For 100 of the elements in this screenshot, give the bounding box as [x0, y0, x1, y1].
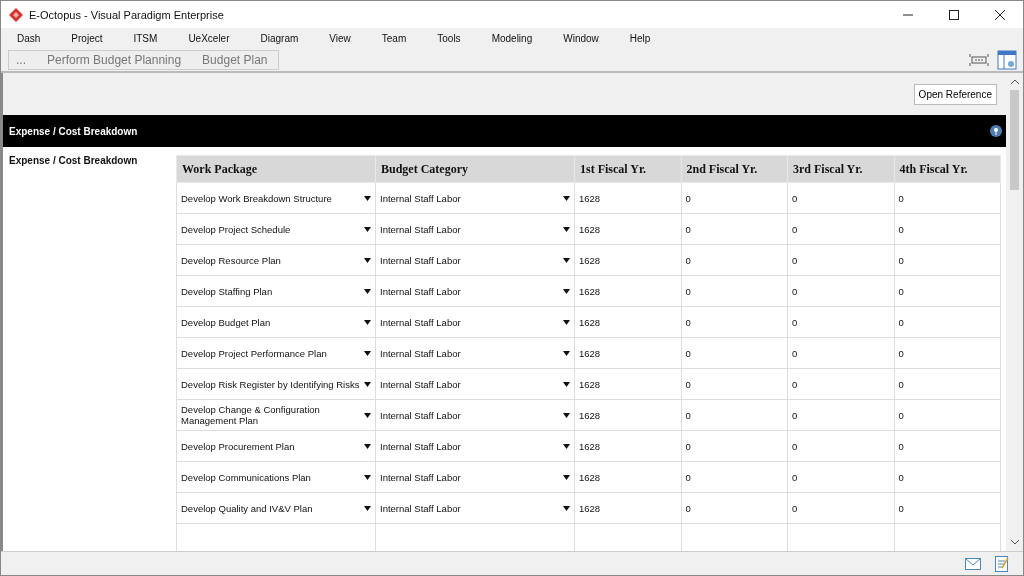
caret-icon[interactable]	[364, 474, 371, 480]
table-cell: 0	[787, 430, 894, 462]
dropdown-cell[interactable]: Develop Budget Plan	[176, 306, 376, 338]
dropdown-cell[interactable]: Internal Staff Labor	[375, 368, 575, 400]
table-cell: 0	[681, 492, 788, 524]
column-header: 3rd Fiscal Yr.	[787, 155, 894, 183]
menu-item[interactable]: UeXceler	[188, 33, 230, 44]
caret-icon[interactable]	[563, 226, 570, 232]
caret-icon[interactable]	[364, 195, 371, 201]
table-cell: 0	[681, 275, 788, 307]
caret-icon[interactable]	[364, 226, 371, 232]
caret-icon[interactable]	[364, 381, 371, 387]
caret-icon[interactable]	[364, 505, 371, 511]
menu-item[interactable]: Dash	[17, 33, 41, 44]
menu-item[interactable]: Team	[381, 33, 407, 44]
caret-icon[interactable]	[364, 412, 371, 418]
table-cell: 1628	[574, 337, 681, 369]
caret-icon[interactable]	[563, 412, 570, 418]
table-cell: 0	[681, 399, 788, 431]
maximize-icon	[948, 8, 960, 21]
column-header: Work Package	[176, 155, 376, 183]
caret-icon[interactable]	[364, 257, 371, 263]
caret-icon[interactable]	[563, 288, 570, 294]
menu-item[interactable]: Project	[71, 33, 103, 44]
dropdown-cell[interactable]: Internal Staff Labor	[375, 244, 575, 276]
dropdown-cell[interactable]: Develop Resource Plan	[176, 244, 376, 276]
column-header: 1st Fiscal Yr.	[574, 155, 681, 183]
menu-item[interactable]: View	[329, 33, 351, 44]
column-header: 4th Fiscal Yr.	[894, 155, 1001, 183]
menu-item[interactable]: ITSM	[133, 33, 158, 44]
dropdown-cell[interactable]: Internal Staff Labor	[375, 306, 575, 338]
table-cell: 0	[681, 430, 788, 462]
dropdown-cell[interactable]: Internal Staff Labor	[375, 492, 575, 524]
table-cell: 1628	[574, 430, 681, 462]
menu-item[interactable]: Modeling	[491, 33, 533, 44]
caret-icon[interactable]	[364, 350, 371, 356]
dropdown-cell[interactable]: Develop Procurement Plan	[176, 430, 376, 462]
caret-icon[interactable]	[563, 319, 570, 325]
window-title: E-Octopus - Visual Paradigm Enterprise	[29, 8, 224, 21]
caret-icon[interactable]	[563, 350, 570, 356]
caret-icon[interactable]	[563, 474, 570, 480]
caret-icon[interactable]	[364, 319, 371, 325]
dropdown-cell[interactable]: Develop Staffing Plan	[176, 275, 376, 307]
table-cell: 0	[787, 368, 894, 400]
caret-icon[interactable]	[563, 505, 570, 511]
table-cell: 0	[894, 399, 1001, 431]
dropdown-cell[interactable]: Internal Staff Labor	[375, 182, 575, 214]
table-cell: 0	[787, 399, 894, 431]
app-logo-icon	[9, 7, 23, 22]
table-cell: 0	[894, 461, 1001, 493]
menu-item[interactable]: Window	[563, 33, 599, 44]
dropdown-cell[interactable]: Develop Communications Plan	[176, 461, 376, 493]
caret-icon[interactable]	[364, 443, 371, 449]
menu-item[interactable]: Help	[629, 33, 651, 44]
table-cell: 0	[894, 244, 1001, 276]
table-cell: 0	[681, 213, 788, 245]
dropdown-cell[interactable]: Develop Project Performance Plan	[176, 337, 376, 369]
scrollbar-thumb[interactable]	[1010, 90, 1019, 190]
table-cell: 0	[787, 337, 894, 369]
dropdown-cell[interactable]: Internal Staff Labor	[375, 399, 575, 431]
table-cell: 0	[894, 368, 1001, 400]
caret-icon[interactable]	[563, 381, 570, 387]
dropdown-cell[interactable]: Develop Quality and IV&V Plan	[176, 492, 376, 524]
dropdown-cell[interactable]: Develop Project Schedule	[176, 213, 376, 245]
table-cell: 0	[787, 244, 894, 276]
table-cell: 1628	[574, 306, 681, 338]
table-cell: 0	[787, 461, 894, 493]
table-cell: 0	[894, 492, 1001, 524]
dropdown-cell[interactable]: Develop Work Breakdown Structure	[176, 182, 376, 214]
caret-icon[interactable]	[364, 288, 371, 294]
column-header: Budget Category	[375, 155, 575, 183]
table-cell: 0	[681, 461, 788, 493]
dropdown-cell[interactable]: Develop Risk Register by Identifying Risks	[176, 368, 376, 400]
open-reference-button[interactable]: Open Reference	[913, 83, 997, 105]
table-cell: 0	[681, 182, 788, 214]
menu-item[interactable]: Diagram	[260, 33, 299, 44]
dropdown-cell[interactable]: Internal Staff Labor	[375, 461, 575, 493]
scroll-up-icon[interactable]	[1010, 79, 1019, 84]
dropdown-cell[interactable]: Internal Staff Labor	[375, 430, 575, 462]
dropdown-cell[interactable]: Internal Staff Labor	[375, 337, 575, 369]
table-cell: 0	[894, 213, 1001, 245]
scroll-down-icon[interactable]	[1010, 540, 1019, 545]
table-cell: 0	[894, 430, 1001, 462]
table-cell: 0	[787, 213, 894, 245]
caret-icon[interactable]	[563, 443, 570, 449]
mail-icon[interactable]	[965, 557, 981, 570]
panel-icon[interactable]	[997, 50, 1017, 70]
table-cell: 1628	[574, 213, 681, 245]
dropdown-cell[interactable]: Internal Staff Labor	[375, 275, 575, 307]
note-icon[interactable]	[995, 555, 1009, 572]
dropdown-cell[interactable]: Internal Staff Labor	[375, 213, 575, 245]
dropdown-cell[interactable]: Develop Change & Configuration Management Plan	[176, 399, 376, 431]
caret-icon[interactable]	[563, 195, 570, 201]
column-header: 2nd Fiscal Yr.	[681, 155, 788, 183]
table-cell: 1628	[574, 399, 681, 431]
breadcrumb-item[interactable]: Budget Plan	[188, 50, 279, 70]
table-cell: 0	[894, 182, 1001, 214]
caret-icon[interactable]	[563, 257, 570, 263]
pin-icon[interactable]	[990, 125, 1002, 137]
menu-item[interactable]: Tools	[437, 33, 461, 44]
